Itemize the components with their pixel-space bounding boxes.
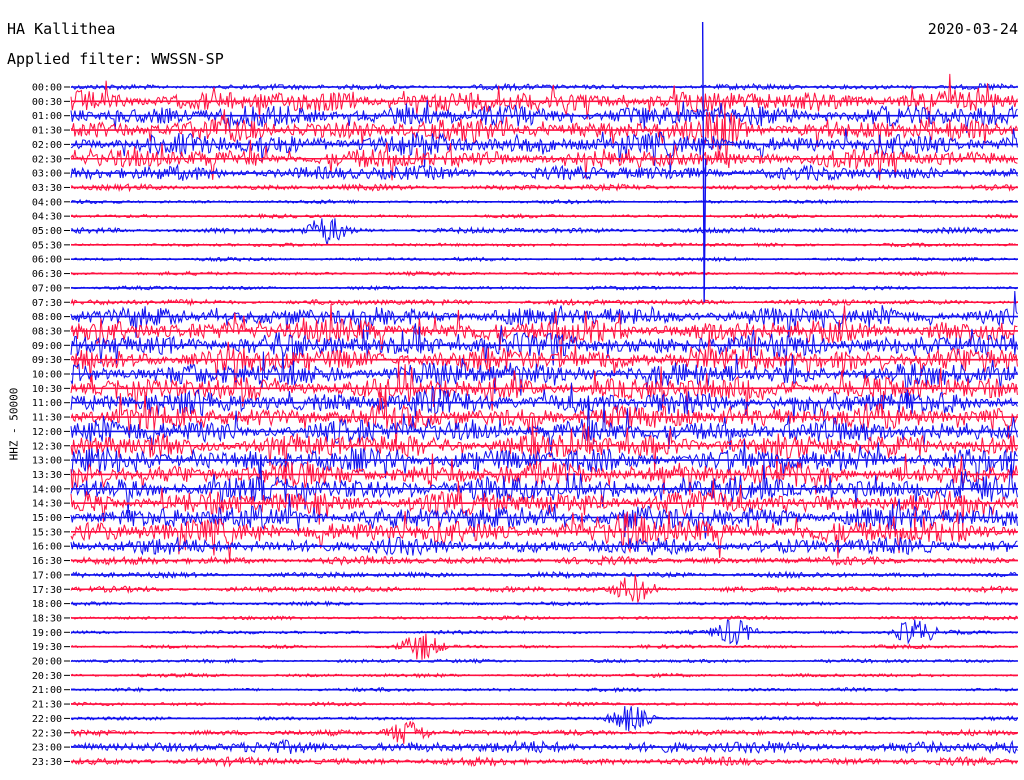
time-label-1830: 18:30 (32, 613, 62, 624)
time-label-2030: 20:30 (32, 671, 62, 682)
time-label-1030: 10:30 (32, 384, 62, 395)
time-label-1000: 10:00 (32, 370, 62, 381)
time-label-0500: 05:00 (32, 226, 62, 237)
time-label-layer: 00:00 00:30 01:00 01:30 02:00 02:30 03:00 03:30… (32, 83, 70, 768)
time-label-0900: 09:00 (32, 341, 62, 352)
time-label-1700: 17:00 (32, 570, 62, 581)
time-label-0330: 03:30 (32, 183, 62, 194)
time-label-0230: 02:30 (32, 154, 62, 165)
time-label-1800: 18:00 (32, 599, 62, 610)
time-label-0030: 00:30 (32, 97, 62, 108)
time-label-1900: 19:00 (32, 628, 62, 639)
time-label-1930: 19:30 (32, 642, 62, 653)
time-label-0530: 05:30 (32, 240, 62, 251)
time-label-0800: 08:00 (32, 312, 62, 323)
time-label-2130: 21:30 (32, 700, 62, 711)
time-label-2330: 23:30 (32, 757, 62, 768)
time-label-1330: 13:30 (32, 470, 62, 481)
helicorder-chart: 00:00 00:30 01:00 01:30 02:00 02:30 03:00 03:30… (32, 21, 1018, 768)
time-label-0000: 00:00 (32, 83, 62, 94)
time-label-2300: 23:00 (32, 743, 62, 754)
time-label-0830: 08:30 (32, 326, 62, 337)
time-label-1100: 11:00 (32, 398, 62, 409)
time-label-0200: 02:00 (32, 140, 62, 151)
time-label-0430: 04:30 (32, 212, 62, 223)
trace-0500 (70, 218, 1018, 246)
time-label-0930: 09:30 (32, 355, 62, 366)
time-label-1130: 11:30 (32, 413, 62, 424)
time-label-1630: 16:30 (32, 556, 62, 567)
time-label-1500: 15:00 (32, 513, 62, 524)
time-label-1730: 17:30 (32, 585, 62, 596)
trace-layer (70, 21, 1018, 768)
time-label-1400: 14:00 (32, 484, 62, 495)
time-label-1600: 16:00 (32, 542, 62, 553)
time-label-0600: 06:00 (32, 255, 62, 266)
time-label-0730: 07:30 (32, 298, 62, 309)
time-label-2230: 22:30 (32, 728, 62, 739)
time-label-0400: 04:00 (32, 197, 62, 208)
time-label-2200: 22:00 (32, 714, 62, 725)
time-label-1230: 12:30 (32, 441, 62, 452)
time-label-0630: 06:30 (32, 269, 62, 280)
time-label-1530: 15:30 (32, 527, 62, 538)
time-label-1200: 12:00 (32, 427, 62, 438)
time-label-0300: 03:00 (32, 169, 62, 180)
trace-0230 (70, 139, 1018, 181)
time-label-1300: 13:00 (32, 456, 62, 467)
time-label-2000: 20:00 (32, 657, 62, 668)
time-label-0700: 07:00 (32, 283, 62, 294)
time-label-2100: 21:00 (32, 685, 62, 696)
trace-0200 (70, 128, 1018, 173)
time-label-1430: 14:30 (32, 499, 62, 510)
time-label-0100: 01:00 (32, 111, 62, 122)
event-spike (701, 21, 707, 303)
time-label-0130: 01:30 (32, 126, 62, 137)
trace-1430 (70, 480, 1018, 532)
